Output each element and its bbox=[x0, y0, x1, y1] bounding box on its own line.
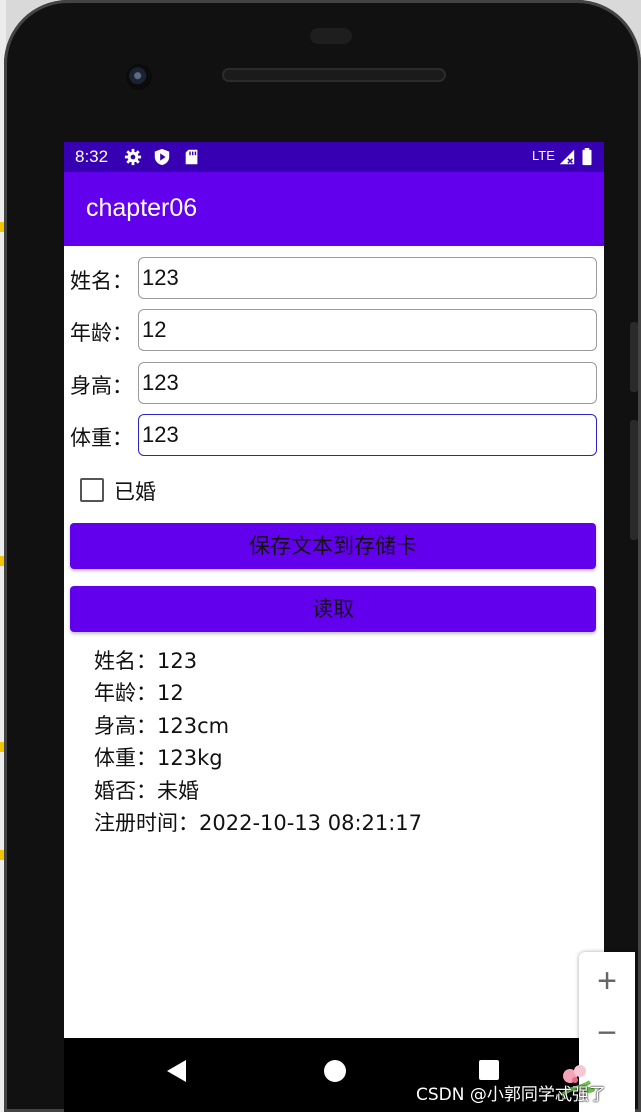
status-bar: 8:32 LTE bbox=[64, 142, 604, 172]
output-marital-status: 婚否：未婚 bbox=[94, 779, 199, 803]
volume-button bbox=[630, 420, 638, 540]
output-weight: 体重：123kg bbox=[94, 746, 223, 770]
zoom-out-button[interactable]: − bbox=[579, 1014, 635, 1053]
output-register-time: 注册时间：2022-10-13 08:21:17 bbox=[94, 811, 423, 835]
shield-icon bbox=[154, 148, 170, 166]
settings-gear-icon bbox=[124, 148, 142, 166]
save-to-storage-button[interactable]: 保存文本到存储卡 bbox=[70, 523, 596, 569]
height-label: 身高： bbox=[70, 374, 133, 398]
age-label: 年龄： bbox=[70, 321, 133, 345]
speaker-grille bbox=[222, 68, 446, 82]
device-screen: 8:32 LTE chapter06 姓名： 123 年龄： 12 身高： 12… bbox=[64, 142, 604, 1038]
weight-input[interactable]: 123 bbox=[138, 414, 597, 456]
read-button[interactable]: 读取 bbox=[70, 586, 596, 632]
status-time: 8:32 bbox=[75, 147, 109, 166]
back-icon[interactable] bbox=[167, 1060, 186, 1082]
recent-apps-icon[interactable] bbox=[479, 1060, 499, 1080]
output-age: 年龄：12 bbox=[94, 681, 184, 705]
name-row: 姓名： 123 bbox=[64, 257, 604, 303]
battery-icon bbox=[582, 148, 592, 166]
sd-card-icon bbox=[185, 149, 198, 165]
weight-label: 体重： bbox=[70, 426, 133, 450]
earpiece bbox=[310, 28, 352, 44]
front-camera bbox=[126, 64, 152, 90]
app-bar: chapter06 bbox=[64, 172, 604, 246]
zoom-in-button[interactable]: + bbox=[579, 962, 635, 1001]
age-row: 年龄： 12 bbox=[64, 309, 604, 355]
married-checkbox-label[interactable]: 已婚 bbox=[114, 476, 156, 506]
height-row: 身高： 123 bbox=[64, 362, 604, 408]
output-height: 身高：123cm bbox=[94, 714, 230, 738]
csdn-watermark: CSDN @小郭同学忒强了 bbox=[416, 1085, 606, 1105]
height-input[interactable]: 123 bbox=[138, 362, 597, 404]
signal-icon bbox=[559, 149, 575, 165]
name-input[interactable]: 123 bbox=[138, 257, 597, 299]
name-label: 姓名： bbox=[70, 269, 133, 293]
power-button bbox=[630, 322, 638, 392]
weight-row: 体重： 123 bbox=[64, 414, 604, 460]
output-name: 姓名：123 bbox=[94, 649, 198, 673]
network-type: LTE bbox=[532, 148, 555, 163]
home-icon[interactable] bbox=[324, 1060, 346, 1082]
married-checkbox[interactable] bbox=[80, 478, 104, 502]
age-input[interactable]: 12 bbox=[138, 309, 597, 351]
app-title: chapter06 bbox=[86, 194, 198, 222]
